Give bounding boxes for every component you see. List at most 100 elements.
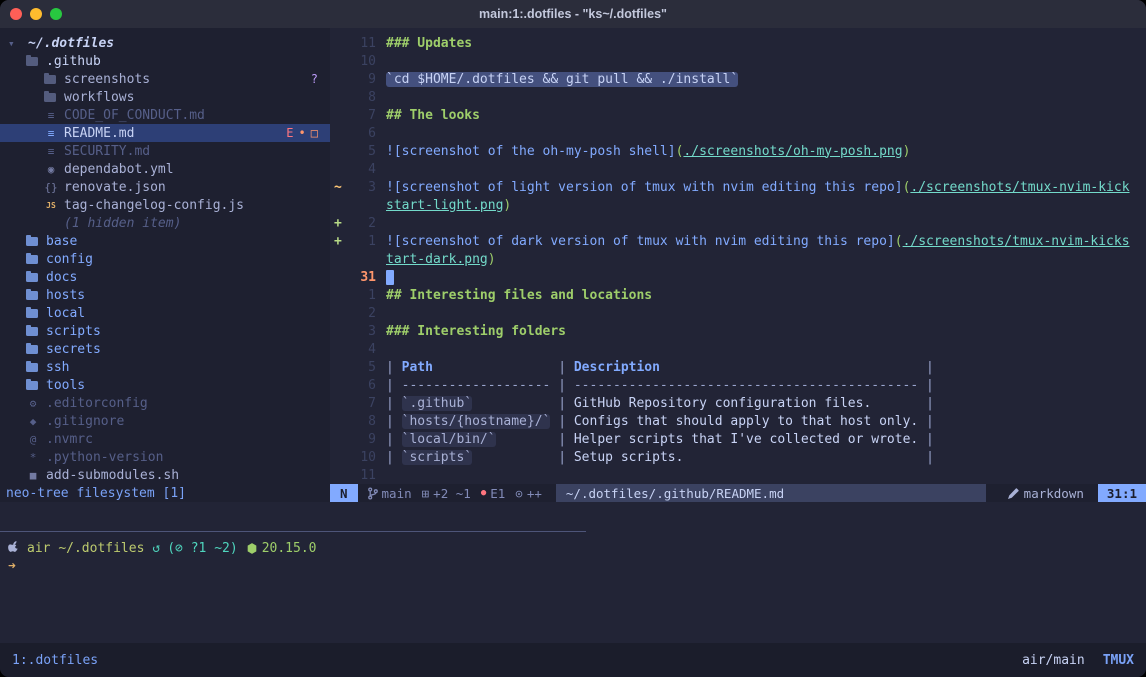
line-text: ![screenshot of dark version of tmux wit… [376,234,1130,249]
text-segment: | [386,396,402,411]
text-segment: Helper scripts that I've collected or wr… [574,432,918,447]
folder-icon [26,363,38,372]
tree-item-tools[interactable]: tools [0,376,330,394]
editor-line[interactable]: 8 [330,88,1146,106]
line-text: ![screenshot of the oh-my-posh shell](./… [376,144,910,159]
tree-item-tag-changelog-config.js[interactable]: JStag-changelog-config.js [0,196,330,214]
diff-counts: +2 ~1 [433,486,471,501]
text-segment: | [683,450,933,465]
pencil-icon [1008,488,1019,499]
tree-item-label: docs [46,270,77,285]
tree-item-label: renovate.json [64,180,166,195]
line-number: 2 [344,216,376,231]
editor-line[interactable]: 10| `scripts` | Setup scripts. | [330,448,1146,466]
folder-icon [26,273,38,282]
text-segment: ( [895,234,903,249]
line-text: ### Interesting folders [376,324,566,339]
folder-icon [44,93,56,102]
tree-item-.dotfiles[interactable]: ▾~/.dotfiles [0,34,330,52]
tmux-session-host: air/main [1022,653,1085,668]
python-icon: * [26,451,40,464]
text-segment: ) [488,252,496,267]
diagnostics-count: E1 [490,486,505,501]
tree-item-workflows[interactable]: workflows [0,88,330,106]
tree-item-code_of_conduct.md[interactable]: ≡CODE_OF_CONDUCT.md [0,106,330,124]
folder-icon [26,381,38,390]
tree-item-ssh[interactable]: ssh [0,358,330,376]
text-segment: `local/bin/` [402,432,496,447]
tree-item-label: ~/.dotfiles [28,36,114,51]
editor-pane[interactable]: 11### Updates 109`cd $HOME/.dotfiles && g… [330,28,1146,484]
editor-line[interactable]: 5![screenshot of the oh-my-posh shell](.… [330,142,1146,160]
tree-item-.nvmrc[interactable]: @.nvmrc [0,430,330,448]
editor-line[interactable]: 4 [330,160,1146,178]
tree-item-label: SECURITY.md [64,144,150,159]
tree-item-label: .gitignore [46,414,124,429]
prompt-host: air [27,541,50,556]
tree-item-.gitignore[interactable]: ◆.gitignore [0,412,330,430]
neotree-statusline: neo-tree filesystem [1] [0,484,330,502]
editor-line[interactable]: 7| `.github` | GitHub Repository configu… [330,394,1146,412]
tree-item-.editorconfig[interactable]: ⚙.editorconfig [0,394,330,412]
diff-icon: ⊞ [422,486,430,501]
editor-line[interactable]: 11 [330,466,1146,484]
shell-pane[interactable]: air ~/.dotfiles ↺ (⊘ ?1 ~2) 20.15.0 ➜ [0,532,1146,643]
editor-line[interactable]: 10 [330,52,1146,70]
editor-line[interactable]: ~3![screenshot of light version of tmux … [330,178,1146,196]
editor-line[interactable]: 1## Interesting files and locations [330,286,1146,304]
editor-line[interactable]: 5| Path | Description | [330,358,1146,376]
tree-item-scripts[interactable]: scripts [0,322,330,340]
text-segment: ./screenshots/oh-my-posh.png [683,144,902,159]
tree-item-local[interactable]: local [0,304,330,322]
tree-item-label: base [46,234,77,249]
tree-item-dependabot.yml[interactable]: ◉dependabot.yml [0,160,330,178]
line-text: | `local/bin/` | Helper scripts that I'v… [376,432,934,447]
json-icon: {} [44,181,58,194]
tree-item-1-hidden-item[interactable]: (1 hidden item) [0,214,330,232]
editor-line[interactable]: 4 [330,340,1146,358]
line-text: start-light.png) [376,198,511,213]
line-number: 3 [344,324,376,339]
text-segment: | [550,414,573,429]
tree-item-readme.md[interactable]: ≡README.mdE•□ [0,124,330,142]
expander-icon[interactable]: ▾ [8,37,28,50]
tree-item-renovate.json[interactable]: {} renovate.json [0,178,330,196]
tree-item-base[interactable]: base [0,232,330,250]
tree-item-docs[interactable]: docs [0,268,330,286]
unstaged-badge: □ [311,126,318,140]
editor-line[interactable]: 9| `local/bin/` | Helper scripts that I'… [330,430,1146,448]
editor-line[interactable]: 2 [330,304,1146,322]
window-title: main:1:.dotfiles - "ks~/.dotfiles" [0,7,1146,21]
editor-line[interactable]: 7## The looks [330,106,1146,124]
tree-item-config[interactable]: config [0,250,330,268]
tree-item-label: config [46,252,93,267]
editor-line[interactable]: tart-dark.png) [330,250,1146,268]
editor-line[interactable]: 6 [330,124,1146,142]
editor-line[interactable]: start-light.png) [330,196,1146,214]
line-number: 10 [344,54,376,69]
line-text: tart-dark.png) [376,252,496,267]
text-segment: `.github` [402,396,472,411]
line-text: `cd $HOME/.dotfiles && git pull && ./ins… [376,72,738,87]
editor-line[interactable]: 6| ------------------- | ---------------… [330,376,1146,394]
tree-item-.github[interactable]: .github [0,52,330,70]
tmux-window-item[interactable]: 1:.dotfiles [12,653,98,668]
line-number: 5 [344,360,376,375]
line-number: 11 [344,468,376,483]
tree-item-.python-version[interactable]: *.python-version [0,448,330,466]
editor-line[interactable]: +2 [330,214,1146,232]
tree-item-screenshots[interactable]: screenshots? [0,70,330,88]
line-number: 1 [344,288,376,303]
editor-line[interactable]: 3### Interesting folders [330,322,1146,340]
tree-item-secrets[interactable]: secrets [0,340,330,358]
editor-line[interactable]: 8| `hosts/{hostname}/` | Configs that sh… [330,412,1146,430]
tree-item-label: ssh [46,360,69,375]
editor-line[interactable]: +1![screenshot of dark version of tmux w… [330,232,1146,250]
text-segment: | [918,414,934,429]
editor-line[interactable]: 31 [330,268,1146,286]
tree-item-add-submodules.sh[interactable]: ■add-submodules.sh [0,466,330,484]
tree-item-hosts[interactable]: hosts [0,286,330,304]
editor-line[interactable]: 9`cd $HOME/.dotfiles && git pull && ./in… [330,70,1146,88]
editor-line[interactable]: 11### Updates [330,34,1146,52]
tree-item-security.md[interactable]: ≡SECURITY.md [0,142,330,160]
